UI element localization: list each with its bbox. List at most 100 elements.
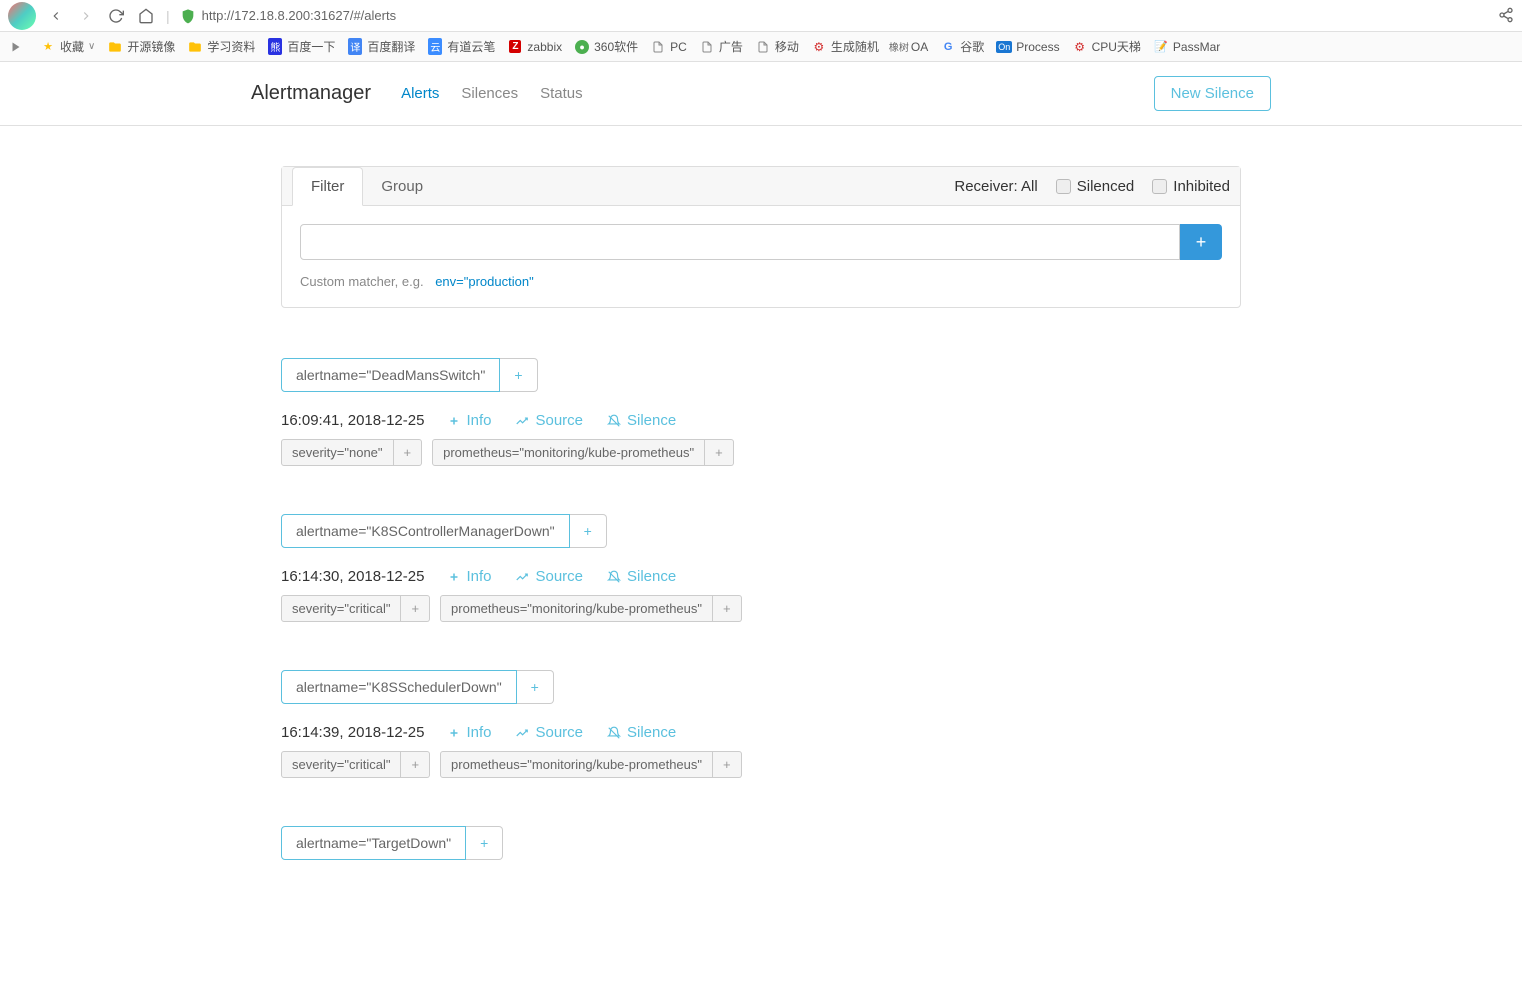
- silence-link[interactable]: Silence: [607, 568, 676, 585]
- bookmark-item[interactable]: ★收藏 ∨: [40, 38, 95, 55]
- oa-icon: 橡树: [891, 39, 907, 55]
- star-icon: ★: [40, 39, 56, 55]
- bookmark-item[interactable]: PC: [650, 39, 687, 55]
- label-add-button[interactable]: +: [713, 595, 742, 622]
- source-link[interactable]: Source: [515, 412, 583, 429]
- info-link[interactable]: Info: [448, 568, 491, 585]
- label-badge-group: prometheus="monitoring/kube-prometheus" …: [440, 595, 742, 622]
- alertname-add-button[interactable]: +: [570, 514, 607, 548]
- filter-card: Filter Group Receiver: All Silenced Inhi…: [281, 166, 1241, 308]
- bookmark-item[interactable]: ⚙CPU天梯: [1072, 38, 1141, 55]
- browser-toolbar: | http://172.18.8.200:31627/#/alerts: [0, 0, 1522, 32]
- label-badge-group: severity="critical" +: [281, 595, 430, 622]
- inhibited-toggle[interactable]: Inhibited: [1152, 178, 1230, 195]
- back-button[interactable]: [46, 6, 66, 26]
- label-add-button[interactable]: +: [705, 439, 734, 466]
- bookmark-item[interactable]: [8, 39, 28, 55]
- bookmark-item[interactable]: ⚙生成随机: [811, 38, 879, 55]
- label-badge: prometheus="monitoring/kube-prometheus": [432, 439, 705, 466]
- matcher-hint: Custom matcher, e.g. env="production": [300, 274, 1222, 289]
- 360-icon: ●: [574, 39, 590, 55]
- page-icon: [755, 39, 771, 55]
- bookmarks-bar: ★收藏 ∨ 开源镜像学习资料熊百度一下译百度翻译云有道云笔 Zzabbix ●360软…: [0, 32, 1522, 62]
- google-icon: G: [940, 39, 956, 55]
- bookmark-item[interactable]: ●360软件: [574, 38, 638, 55]
- alertname-add-button[interactable]: +: [517, 670, 554, 704]
- bookmark-item[interactable]: 移动: [755, 38, 799, 55]
- alertname-badge: alertname="K8SControllerManagerDown": [281, 514, 570, 548]
- bookmark-item[interactable]: 📝PassMar: [1153, 39, 1220, 55]
- bookmark-item[interactable]: 开源镜像: [107, 38, 175, 55]
- url-text: http://172.18.8.200:31627/#/alerts: [202, 8, 396, 23]
- label-add-button[interactable]: +: [401, 595, 430, 622]
- label-badge: prometheus="monitoring/kube-prometheus": [440, 751, 713, 778]
- checkbox-icon: [1056, 179, 1071, 194]
- bookmark-item[interactable]: 广告: [699, 38, 743, 55]
- alertname-add-button[interactable]: +: [500, 358, 537, 392]
- alertname-add-button[interactable]: +: [466, 826, 503, 860]
- filter-tabs: Filter Group Receiver: All Silenced Inhi…: [282, 167, 1240, 206]
- bookmark-item[interactable]: 云有道云笔: [427, 38, 495, 55]
- bookmark-item[interactable]: 学习资料: [187, 38, 255, 55]
- app-header: Alertmanager Alerts Silences Status New …: [0, 62, 1522, 126]
- bookmark-item[interactable]: Zzabbix: [507, 39, 562, 55]
- label-add-button[interactable]: +: [713, 751, 742, 778]
- reload-button[interactable]: [106, 6, 126, 26]
- filter-input[interactable]: [300, 224, 1180, 260]
- nav-silences[interactable]: Silences: [461, 85, 518, 102]
- tab-group[interactable]: Group: [363, 168, 441, 205]
- gen-icon: ⚙: [811, 39, 827, 55]
- passmark-icon: 📝: [1153, 39, 1169, 55]
- label-add-button[interactable]: +: [394, 439, 423, 466]
- bookmark-item[interactable]: 译百度翻译: [347, 38, 415, 55]
- label-badge: prometheus="monitoring/kube-prometheus": [440, 595, 713, 622]
- silenced-toggle[interactable]: Silenced: [1056, 178, 1135, 195]
- cpu-icon: ⚙: [1072, 39, 1088, 55]
- play-icon: [8, 39, 24, 55]
- receiver-label[interactable]: Receiver: All: [954, 178, 1037, 195]
- label-add-button[interactable]: +: [401, 751, 430, 778]
- alert-timestamp: 16:14:39, 2018-12-25: [281, 724, 424, 741]
- folder-icon: [107, 39, 123, 55]
- alertname-badge: alertname="TargetDown": [281, 826, 466, 860]
- zabbix-icon: Z: [507, 39, 523, 55]
- page-icon: [650, 39, 666, 55]
- app-title: Alertmanager: [251, 82, 371, 105]
- label-badge-group: severity="none" +: [281, 439, 422, 466]
- url-bar[interactable]: http://172.18.8.200:31627/#/alerts: [180, 8, 1488, 24]
- alert-group: alertname="DeadMansSwitch" + 16:09:41, 2…: [281, 358, 1241, 466]
- nav-status[interactable]: Status: [540, 85, 583, 102]
- bookmark-item[interactable]: OnProcess: [996, 39, 1059, 55]
- new-silence-button[interactable]: New Silence: [1154, 76, 1271, 111]
- bookmark-item[interactable]: 橡树OA: [891, 39, 928, 55]
- browser-logo: [8, 2, 36, 30]
- add-filter-button[interactable]: +: [1180, 224, 1222, 260]
- info-link[interactable]: Info: [448, 412, 491, 429]
- process-icon: On: [996, 39, 1012, 55]
- matcher-example[interactable]: env="production": [435, 274, 534, 289]
- silence-link[interactable]: Silence: [607, 724, 676, 741]
- alert-group: alertname="TargetDown" +: [281, 826, 1241, 860]
- alert-group: alertname="K8SControllerManagerDown" + 1…: [281, 514, 1241, 622]
- share-button[interactable]: [1498, 7, 1514, 25]
- label-badge: severity="critical": [281, 595, 401, 622]
- bookmark-item[interactable]: 熊百度一下: [267, 38, 335, 55]
- bookmark-item[interactable]: G谷歌: [940, 38, 984, 55]
- tab-filter[interactable]: Filter: [292, 167, 363, 206]
- alert-timestamp: 16:09:41, 2018-12-25: [281, 412, 424, 429]
- youdao-icon: 云: [427, 39, 443, 55]
- forward-button[interactable]: [76, 6, 96, 26]
- home-button[interactable]: [136, 6, 156, 26]
- folder-icon: [187, 39, 203, 55]
- label-badge-group: severity="critical" +: [281, 751, 430, 778]
- info-link[interactable]: Info: [448, 724, 491, 741]
- source-link[interactable]: Source: [515, 724, 583, 741]
- nav-alerts[interactable]: Alerts: [401, 85, 439, 102]
- alert-group: alertname="K8SSchedulerDown" + 16:14:39,…: [281, 670, 1241, 778]
- baidu-icon: 熊: [267, 39, 283, 55]
- silence-link[interactable]: Silence: [607, 412, 676, 429]
- translate-icon: 译: [347, 39, 363, 55]
- alertname-badge: alertname="K8SSchedulerDown": [281, 670, 517, 704]
- source-link[interactable]: Source: [515, 568, 583, 585]
- alertname-badge: alertname="DeadMansSwitch": [281, 358, 500, 392]
